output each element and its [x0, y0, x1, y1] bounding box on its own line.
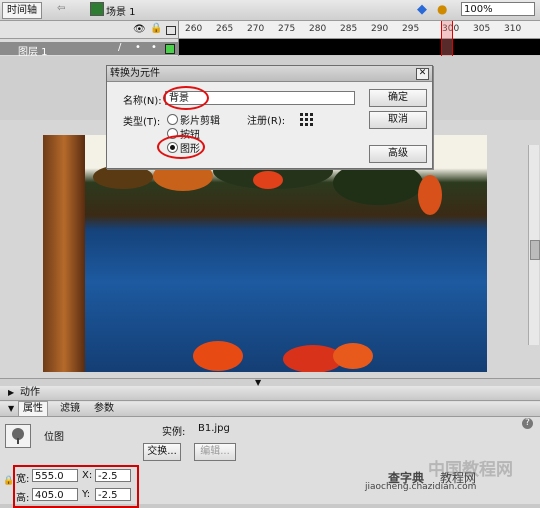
ok-button[interactable]: 确定	[369, 89, 427, 107]
convert-symbol-dialog: 转换为元件 ✕ 名称(N): 背景 类型(T): 影片剪辑 按钮 图形 注册(R…	[106, 65, 433, 169]
dialog-titlebar: 转换为元件 ✕	[107, 66, 432, 82]
scroll-thumb[interactable]	[530, 240, 540, 260]
scene-icon	[90, 2, 104, 16]
close-icon[interactable]: ✕	[416, 68, 429, 80]
pencil-icon: /	[118, 42, 122, 53]
visible-dot-icon[interactable]: •	[135, 42, 141, 53]
y-label: Y:	[82, 489, 91, 500]
red-leaves	[333, 343, 373, 369]
ruler-tick: 260	[185, 24, 203, 34]
zoom-select[interactable]: 100%	[461, 2, 535, 16]
ruler-tick: 310	[504, 24, 522, 34]
ruler-tick: 295	[402, 24, 420, 34]
cancel-button[interactable]: 取消	[369, 111, 427, 129]
width-field[interactable]: 555.0	[32, 469, 78, 482]
frame-cells[interactable]	[179, 39, 540, 55]
height-field[interactable]: 405.0	[32, 488, 78, 501]
ruler-tick: 270	[247, 24, 265, 34]
tree-foliage	[253, 171, 283, 189]
eye-icon[interactable]: 👁	[133, 24, 146, 35]
swap-button[interactable]: 交换...	[143, 443, 181, 461]
instance-value: B1.jpg	[198, 423, 230, 434]
tab-parameters[interactable]: 参数	[94, 402, 114, 416]
timeline-toggle-button[interactable]: 时间轴	[2, 2, 42, 19]
ruler-tick: 275	[278, 24, 296, 34]
bitmap-label: 位图	[44, 432, 64, 443]
instance-label: 实例:	[162, 427, 186, 438]
scene-label: 场景 1	[106, 7, 136, 18]
back-arrow-icon[interactable]: ⇦	[57, 3, 65, 14]
red-leaves	[193, 341, 243, 371]
tab-properties[interactable]: 属性	[18, 401, 48, 416]
tab-filters[interactable]: 滤镜	[60, 402, 80, 416]
edit-symbols-icon[interactable]: ◆	[417, 2, 427, 17]
frame-ruler[interactable]: 260 265 270 275 280 285 290 295 300 305 …	[179, 21, 540, 39]
name-label: 名称(N):	[123, 96, 162, 107]
ruler-tick: 305	[473, 24, 491, 34]
top-toolbar: 时间轴 ⇦ 场景 1 ◆ ● 100%	[0, 0, 540, 21]
tree-trunk	[43, 135, 85, 372]
registration-grid-svg	[300, 113, 313, 126]
expand-arrow-icon[interactable]: ▶	[8, 386, 14, 400]
actions-label: 动作	[20, 387, 40, 398]
stage-photo[interactable]	[43, 135, 487, 372]
y-field[interactable]: -2.5	[95, 488, 131, 501]
height-label: 高:	[16, 493, 30, 504]
registration-grid-icon[interactable]	[299, 112, 315, 128]
width-label: 宽:	[16, 474, 30, 485]
advanced-button[interactable]: 高级	[369, 145, 427, 163]
lock-icon[interactable]: 🔒	[150, 23, 162, 34]
radio-movie-clip[interactable]	[167, 114, 178, 125]
vertical-scrollbar[interactable]	[528, 145, 540, 345]
ruler-tick: 265	[216, 24, 234, 34]
constrain-lock-icon[interactable]: 🔒	[3, 476, 14, 486]
bitmap-tree-svg	[12, 428, 24, 444]
bitmap-icon	[5, 424, 31, 448]
edit-button[interactable]: 编辑...	[194, 443, 236, 461]
ruler-tick: 285	[340, 24, 358, 34]
x-label: X:	[82, 470, 93, 481]
ruler-tick: 280	[309, 24, 327, 34]
registration-label: 注册(R):	[247, 116, 286, 127]
outline-icon[interactable]	[166, 26, 176, 35]
option-movie-clip-label: 影片剪辑	[180, 116, 220, 127]
edit-scene-icon[interactable]: ●	[437, 2, 447, 16]
layer-header: 👁 🔒	[0, 21, 178, 39]
dialog-title: 转换为元件	[110, 68, 160, 79]
layer-row[interactable]: 图层 1 / • •	[0, 42, 178, 58]
watermark-url: jiaocheng.chazidian.com	[365, 482, 477, 492]
actions-panel-bar[interactable]: ▶ 动作	[0, 386, 540, 401]
highlight-circle	[157, 135, 205, 159]
ruler-tick: 290	[371, 24, 389, 34]
collapse-arrow-icon[interactable]: ▼	[8, 402, 14, 416]
x-field[interactable]: -2.5	[95, 469, 131, 482]
lock-dot-icon[interactable]: •	[151, 42, 157, 53]
layer-color-icon[interactable]	[165, 44, 175, 54]
highlight-circle	[163, 86, 209, 110]
help-icon[interactable]: ?	[522, 418, 533, 429]
properties-panel-bar: ▼ 属性 滤镜 参数	[0, 401, 540, 417]
tree-foliage	[418, 175, 442, 215]
type-label: 类型(T):	[123, 117, 161, 128]
